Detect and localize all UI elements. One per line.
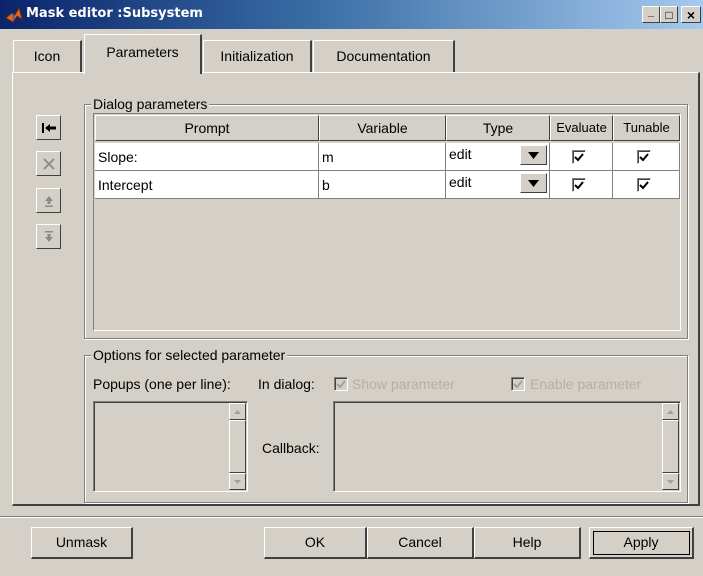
evaluate-checkbox[interactable] <box>572 150 586 164</box>
arrow-down-icon <box>667 479 674 484</box>
enable-parameter-label: Enable parameter <box>530 376 642 392</box>
popups-scrollbar[interactable] <box>229 403 246 490</box>
scroll-thumb[interactable] <box>662 420 679 473</box>
close-icon: × <box>686 6 696 23</box>
unmask-button[interactable]: Unmask <box>31 527 133 559</box>
maximize-icon: □ <box>665 7 673 22</box>
type-value: edit <box>449 146 472 162</box>
scroll-down-button[interactable] <box>662 473 679 490</box>
callback-label: Callback: <box>262 440 320 456</box>
tunable-cell <box>613 143 680 171</box>
arrow-up-icon <box>667 409 674 414</box>
tunable-checkbox[interactable] <box>637 150 651 164</box>
ok-button[interactable]: OK <box>264 527 367 559</box>
move-down-button[interactable] <box>36 224 61 249</box>
move-up-button[interactable] <box>36 188 61 213</box>
check-icon <box>639 180 649 189</box>
tab-label: Icon <box>33 48 61 64</box>
mask-editor-window: Mask editor :Subsystem _ □ × Icon Parame… <box>0 0 703 576</box>
type-dropdown[interactable]: edit <box>446 171 550 199</box>
group-label: Options for selected parameter <box>91 346 288 364</box>
in-dialog-label: In dialog: <box>258 376 315 392</box>
show-parameter-checkbox[interactable] <box>334 377 348 391</box>
matlab-logo-icon <box>5 6 23 23</box>
arrow-up-icon <box>234 409 241 414</box>
tab-label: Parameters <box>106 44 179 60</box>
tab-icon[interactable]: Icon <box>13 40 82 72</box>
tab-label: Initialization <box>220 48 294 64</box>
evaluate-cell <box>550 171 613 199</box>
maximize-button[interactable]: □ <box>660 6 678 23</box>
table-row-variable-cell[interactable]: b <box>319 171 446 199</box>
show-parameter-label: Show parameter <box>352 376 455 392</box>
callback-scrollbar[interactable] <box>662 403 679 490</box>
table-row-prompt-cell[interactable]: Intercept <box>95 171 319 199</box>
add-parameter-button[interactable] <box>36 115 61 140</box>
scroll-up-button[interactable] <box>662 403 679 420</box>
check-icon <box>574 152 584 161</box>
dropdown-arrow-button[interactable] <box>520 145 547 165</box>
group-label: Dialog parameters <box>91 95 210 113</box>
move-down-icon <box>44 230 53 242</box>
add-parameter-icon <box>41 122 56 133</box>
move-up-icon <box>44 195 53 207</box>
tab-initialization[interactable]: Initialization <box>203 40 312 72</box>
dropdown-arrow-button[interactable] <box>520 173 547 193</box>
table-row-variable-cell[interactable]: m <box>319 143 446 171</box>
apply-button[interactable]: Apply <box>589 527 694 559</box>
arrow-down-icon <box>234 479 241 484</box>
close-button[interactable]: × <box>681 6 701 23</box>
tunable-checkbox[interactable] <box>637 178 651 192</box>
check-icon <box>639 152 649 161</box>
scroll-down-button[interactable] <box>229 473 246 490</box>
tunable-cell <box>613 171 680 199</box>
minimize-icon: _ <box>647 6 655 18</box>
minimize-button[interactable]: _ <box>642 6 660 23</box>
title-bar[interactable]: Mask editor :Subsystem _ □ × <box>0 0 703 29</box>
chevron-down-icon <box>528 179 539 187</box>
column-header-evaluate[interactable]: Evaluate <box>550 115 613 141</box>
type-value: edit <box>449 174 472 190</box>
check-icon <box>336 379 346 388</box>
popups-textarea[interactable] <box>93 401 248 492</box>
column-header-tunable[interactable]: Tunable <box>613 115 680 141</box>
check-icon <box>574 180 584 189</box>
scroll-thumb[interactable] <box>229 420 246 473</box>
type-dropdown[interactable]: edit <box>446 143 550 171</box>
callback-textarea[interactable] <box>333 401 681 492</box>
scroll-up-button[interactable] <box>229 403 246 420</box>
cancel-button[interactable]: Cancel <box>367 527 474 559</box>
parameters-table: Prompt Variable Type Evaluate Tunable Sl… <box>93 113 681 331</box>
table-row-prompt-cell[interactable]: Slope: <box>95 143 319 171</box>
window-title: Mask editor :Subsystem <box>26 6 203 21</box>
column-header-prompt[interactable]: Prompt <box>95 115 319 141</box>
delete-parameter-button[interactable] <box>36 151 61 176</box>
help-button[interactable]: Help <box>474 527 581 559</box>
chevron-down-icon <box>528 151 539 159</box>
popups-label: Popups (one per line): <box>93 376 231 392</box>
column-header-type[interactable]: Type <box>446 115 550 141</box>
check-icon <box>513 379 523 388</box>
evaluate-checkbox[interactable] <box>572 178 586 192</box>
tab-documentation[interactable]: Documentation <box>313 40 455 72</box>
evaluate-cell <box>550 143 613 171</box>
tab-label: Documentation <box>336 48 431 64</box>
enable-parameter-checkbox[interactable] <box>511 377 525 391</box>
delete-icon <box>42 157 55 170</box>
tab-parameters[interactable]: Parameters <box>84 34 202 74</box>
column-header-variable[interactable]: Variable <box>319 115 446 141</box>
footer-divider <box>0 516 703 518</box>
